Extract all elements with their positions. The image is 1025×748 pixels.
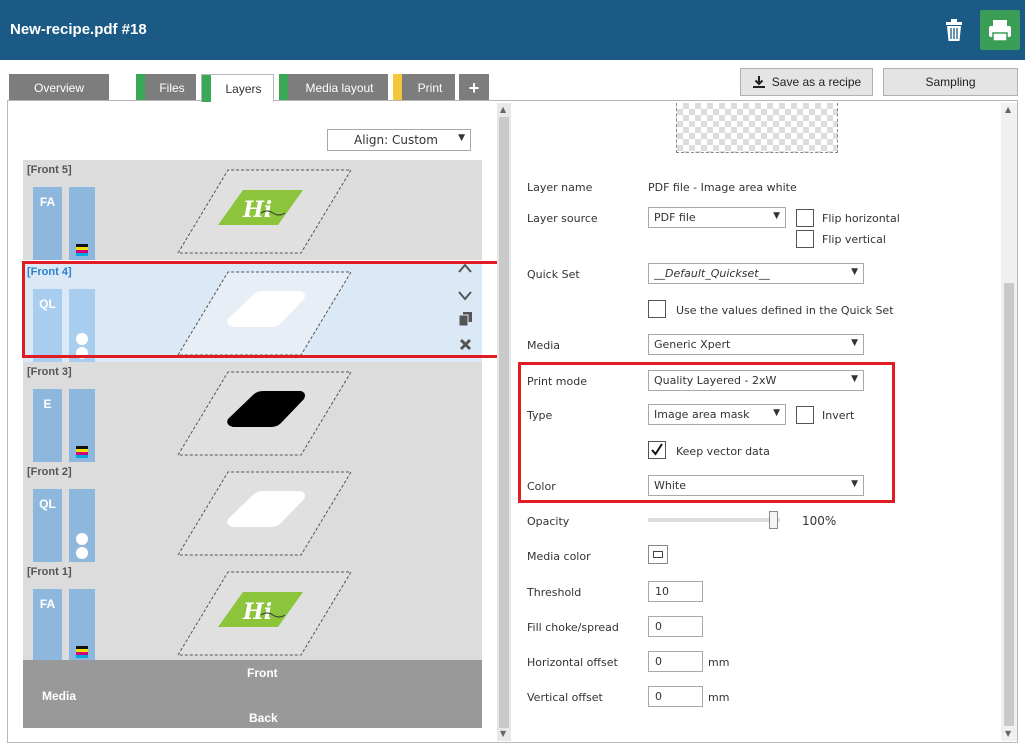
trash-icon[interactable] bbox=[938, 13, 970, 45]
tab-files[interactable]: Files bbox=[136, 74, 196, 102]
scroll-thumb[interactable] bbox=[1004, 283, 1014, 726]
ink-column bbox=[69, 187, 95, 260]
layer-name: [Front 1] bbox=[27, 566, 72, 578]
layer-thumbnail bbox=[177, 471, 352, 556]
layer-row[interactable]: [Front 5] FA Hi bbox=[23, 160, 482, 260]
print-mode-tile: QL bbox=[33, 489, 62, 562]
ink-column bbox=[69, 389, 95, 462]
scroll-up-arrow[interactable]: ▲ bbox=[500, 105, 506, 114]
layer-name: [Front 2] bbox=[27, 466, 72, 478]
download-icon bbox=[752, 76, 765, 88]
media-select[interactable]: Generic Xpert ▼ bbox=[648, 334, 864, 355]
flip-vertical-checkbox[interactable] bbox=[796, 230, 814, 248]
window-title: New-recipe.pdf #18 bbox=[10, 21, 147, 38]
layer-thumbnail: Hi bbox=[177, 169, 352, 254]
layer-row[interactable]: [Front 3] E bbox=[23, 362, 482, 462]
svg-text:Hi: Hi bbox=[242, 599, 272, 625]
tab-layers[interactable]: Layers bbox=[201, 74, 274, 102]
add-tab-button[interactable]: + bbox=[459, 74, 489, 102]
horizontal-offset-input[interactable]: 0 bbox=[648, 651, 703, 672]
fill-choke-input[interactable]: 0 bbox=[648, 616, 703, 637]
horizontal-offset-label: Horizontal offset bbox=[527, 656, 618, 669]
layer-row[interactable]: [Front 2] QL bbox=[23, 462, 482, 562]
title-bar: New-recipe.pdf #18 bbox=[0, 0, 1025, 60]
left-scrollbar[interactable]: ▲ ▼ bbox=[497, 103, 511, 741]
vertical-offset-unit: mm bbox=[708, 691, 730, 704]
horizontal-offset-unit: mm bbox=[708, 656, 730, 669]
chevron-down-icon: ▼ bbox=[851, 267, 858, 277]
layer-thumbnail: Hi bbox=[177, 571, 352, 656]
print-mode-tile: FA bbox=[33, 589, 62, 662]
printer-icon bbox=[989, 20, 1011, 42]
svg-text:Hi: Hi bbox=[242, 197, 272, 223]
ink-column bbox=[69, 589, 95, 662]
quick-set-label: Quick Set bbox=[527, 268, 580, 281]
flip-horizontal-checkbox[interactable] bbox=[796, 209, 814, 227]
media-label: Media bbox=[42, 689, 77, 703]
highlight-selected-layer bbox=[22, 261, 503, 358]
right-scrollbar[interactable]: ▲ ▼ bbox=[1001, 103, 1017, 741]
vertical-offset-input[interactable]: 0 bbox=[648, 686, 703, 707]
back-label: Back bbox=[249, 711, 278, 725]
front-label: Front bbox=[247, 666, 278, 680]
sampling-button[interactable]: Sampling bbox=[883, 68, 1018, 96]
chevron-down-icon: ▼ bbox=[458, 133, 465, 143]
opacity-label: Opacity bbox=[527, 515, 570, 528]
chevron-down-icon: ▼ bbox=[851, 338, 858, 348]
media-bar: Front Media Back bbox=[23, 660, 482, 728]
use-quickset-values-label: Use the values defined in the Quick Set bbox=[676, 304, 894, 317]
media-label: Media bbox=[527, 339, 561, 352]
print-mode-tile: FA bbox=[33, 187, 62, 260]
cmyk-icon bbox=[76, 244, 88, 256]
white-ink-icon bbox=[76, 533, 88, 559]
scroll-thumb[interactable] bbox=[499, 117, 509, 728]
layer-row[interactable]: [Front 1] FA Hi bbox=[23, 562, 482, 662]
scroll-up-arrow[interactable]: ▲ bbox=[1005, 105, 1011, 114]
fill-choke-label: Fill choke/spread bbox=[527, 621, 619, 634]
vertical-offset-label: Vertical offset bbox=[527, 691, 603, 704]
scroll-down-arrow[interactable]: ▼ bbox=[1005, 729, 1011, 738]
layer-name-value: PDF file - Image area white bbox=[648, 181, 797, 194]
opacity-slider[interactable] bbox=[648, 511, 780, 529]
flip-vertical-label: Flip vertical bbox=[822, 233, 886, 246]
save-as-recipe-button[interactable]: Save as a recipe bbox=[740, 68, 873, 96]
quick-set-select[interactable]: __Default_Quickset__ ▼ bbox=[648, 263, 864, 284]
layer-preview bbox=[676, 103, 838, 153]
print-mode-tile: E bbox=[33, 389, 62, 462]
use-quickset-values-checkbox[interactable] bbox=[648, 300, 666, 318]
opacity-value: 100% bbox=[802, 514, 837, 528]
tab-print[interactable]: Print bbox=[393, 74, 455, 102]
scroll-down-arrow[interactable]: ▼ bbox=[500, 729, 506, 738]
ink-column bbox=[69, 489, 95, 562]
swatch-icon bbox=[653, 551, 663, 558]
layer-source-select[interactable]: PDF file ▼ bbox=[648, 207, 786, 228]
threshold-input[interactable]: 10 bbox=[648, 581, 703, 602]
tab-media-layout[interactable]: Media layout bbox=[279, 74, 388, 102]
layer-name-label: Layer name bbox=[527, 181, 593, 194]
threshold-label: Threshold bbox=[527, 586, 582, 599]
media-color-swatch[interactable] bbox=[648, 545, 668, 564]
print-button[interactable] bbox=[980, 10, 1020, 50]
tab-overview[interactable]: Overview bbox=[9, 74, 109, 102]
flip-horizontal-label: Flip horizontal bbox=[822, 212, 900, 225]
media-color-label: Media color bbox=[527, 550, 591, 563]
plus-icon: + bbox=[468, 77, 480, 98]
opacity-slider-thumb[interactable] bbox=[769, 511, 778, 529]
cmyk-icon bbox=[76, 446, 88, 458]
chevron-down-icon: ▼ bbox=[773, 211, 780, 221]
highlight-print-settings bbox=[518, 362, 895, 503]
layer-name: [Front 3] bbox=[27, 366, 72, 378]
layer-name: [Front 5] bbox=[27, 164, 72, 176]
cmyk-icon bbox=[76, 646, 88, 658]
layer-thumbnail bbox=[177, 371, 352, 456]
align-select[interactable]: Align: Custom ▼ bbox=[327, 129, 471, 151]
layer-source-label: Layer source bbox=[527, 212, 598, 225]
